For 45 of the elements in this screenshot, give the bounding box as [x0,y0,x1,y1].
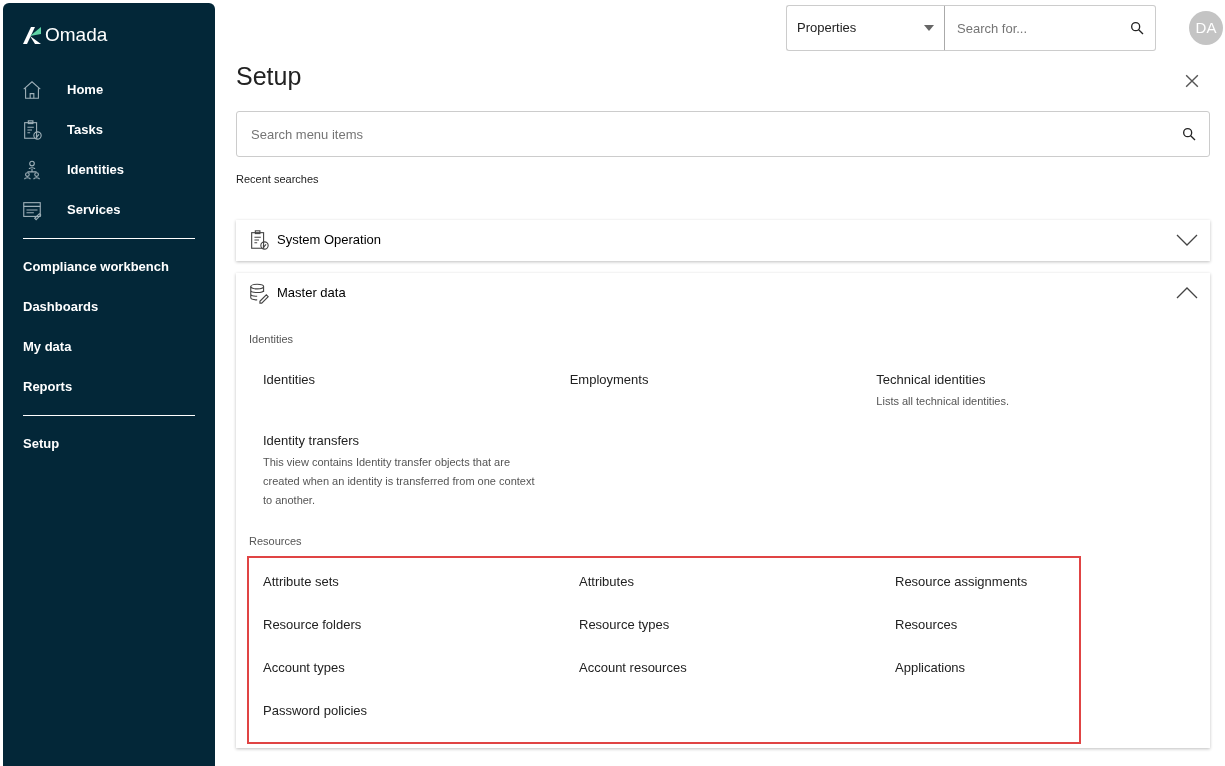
nav-item[interactable]: My data [21,326,197,367]
clipboard-check-icon [21,118,43,141]
item-description: This view contains Identity transfer objects that are created when an identity is transferred from one context to another. [263,454,536,508]
recent-searches-label: Recent searches [236,172,319,187]
menu-link[interactable]: Attribute sets [263,572,339,592]
clipboard-check-icon [248,229,270,251]
item-description: Lists all technical identities. [876,393,1010,409]
search-field[interactable]: Search for... [945,5,1156,51]
menu-link[interactable]: Identity transfers [263,431,360,451]
section-header[interactable]: System Operation [236,219,1210,261]
nav-item[interactable]: Reports [21,366,197,407]
group-label: Identities [249,331,294,347]
menu-link[interactable]: Resource folders [263,615,362,635]
nav-item[interactable]: Compliance workbench [21,246,197,287]
nav-item[interactable]: Tasks [21,109,197,150]
menu-link[interactable]: Password policies [263,701,368,721]
section-header[interactable]: Master data [236,272,1210,314]
search-input[interactable]: Search for... [955,6,1129,50]
dropdown-caret-icon [924,25,934,31]
menu-link[interactable]: Resource types [579,615,670,635]
page-title: Setup [236,61,302,91]
menu-link[interactable]: Technical identities [876,370,986,390]
menu-link[interactable]: Resources [895,615,958,635]
menu-link[interactable]: Resource assignments [895,572,1028,592]
close-icon [1185,73,1199,88]
menu-link[interactable]: Attributes [579,572,634,592]
nav-item[interactable]: Dashboards [21,286,197,327]
menu-link[interactable]: Account resources [579,658,687,678]
nav-item[interactable]: Identities [21,149,197,190]
menu-link[interactable]: Employments [569,370,649,390]
search-icon [1181,126,1197,142]
house-icon [21,78,43,101]
logo-mark-icon [21,25,43,46]
nav-item[interactable]: Home [21,69,197,110]
search-icon [1129,20,1145,36]
scope-select[interactable]: Properties [786,5,945,51]
nav-item[interactable]: Services [21,189,197,230]
group-label: Resources [249,533,302,549]
database-edit-icon [248,282,270,304]
people-hierarchy-icon [21,158,43,181]
menu-link[interactable]: Applications [895,658,966,678]
menu-link[interactable]: Identities [263,370,316,390]
logo-text: Omada [45,23,108,47]
menu-link[interactable]: Account types [263,658,345,678]
nav-item[interactable]: Setup [21,423,197,464]
